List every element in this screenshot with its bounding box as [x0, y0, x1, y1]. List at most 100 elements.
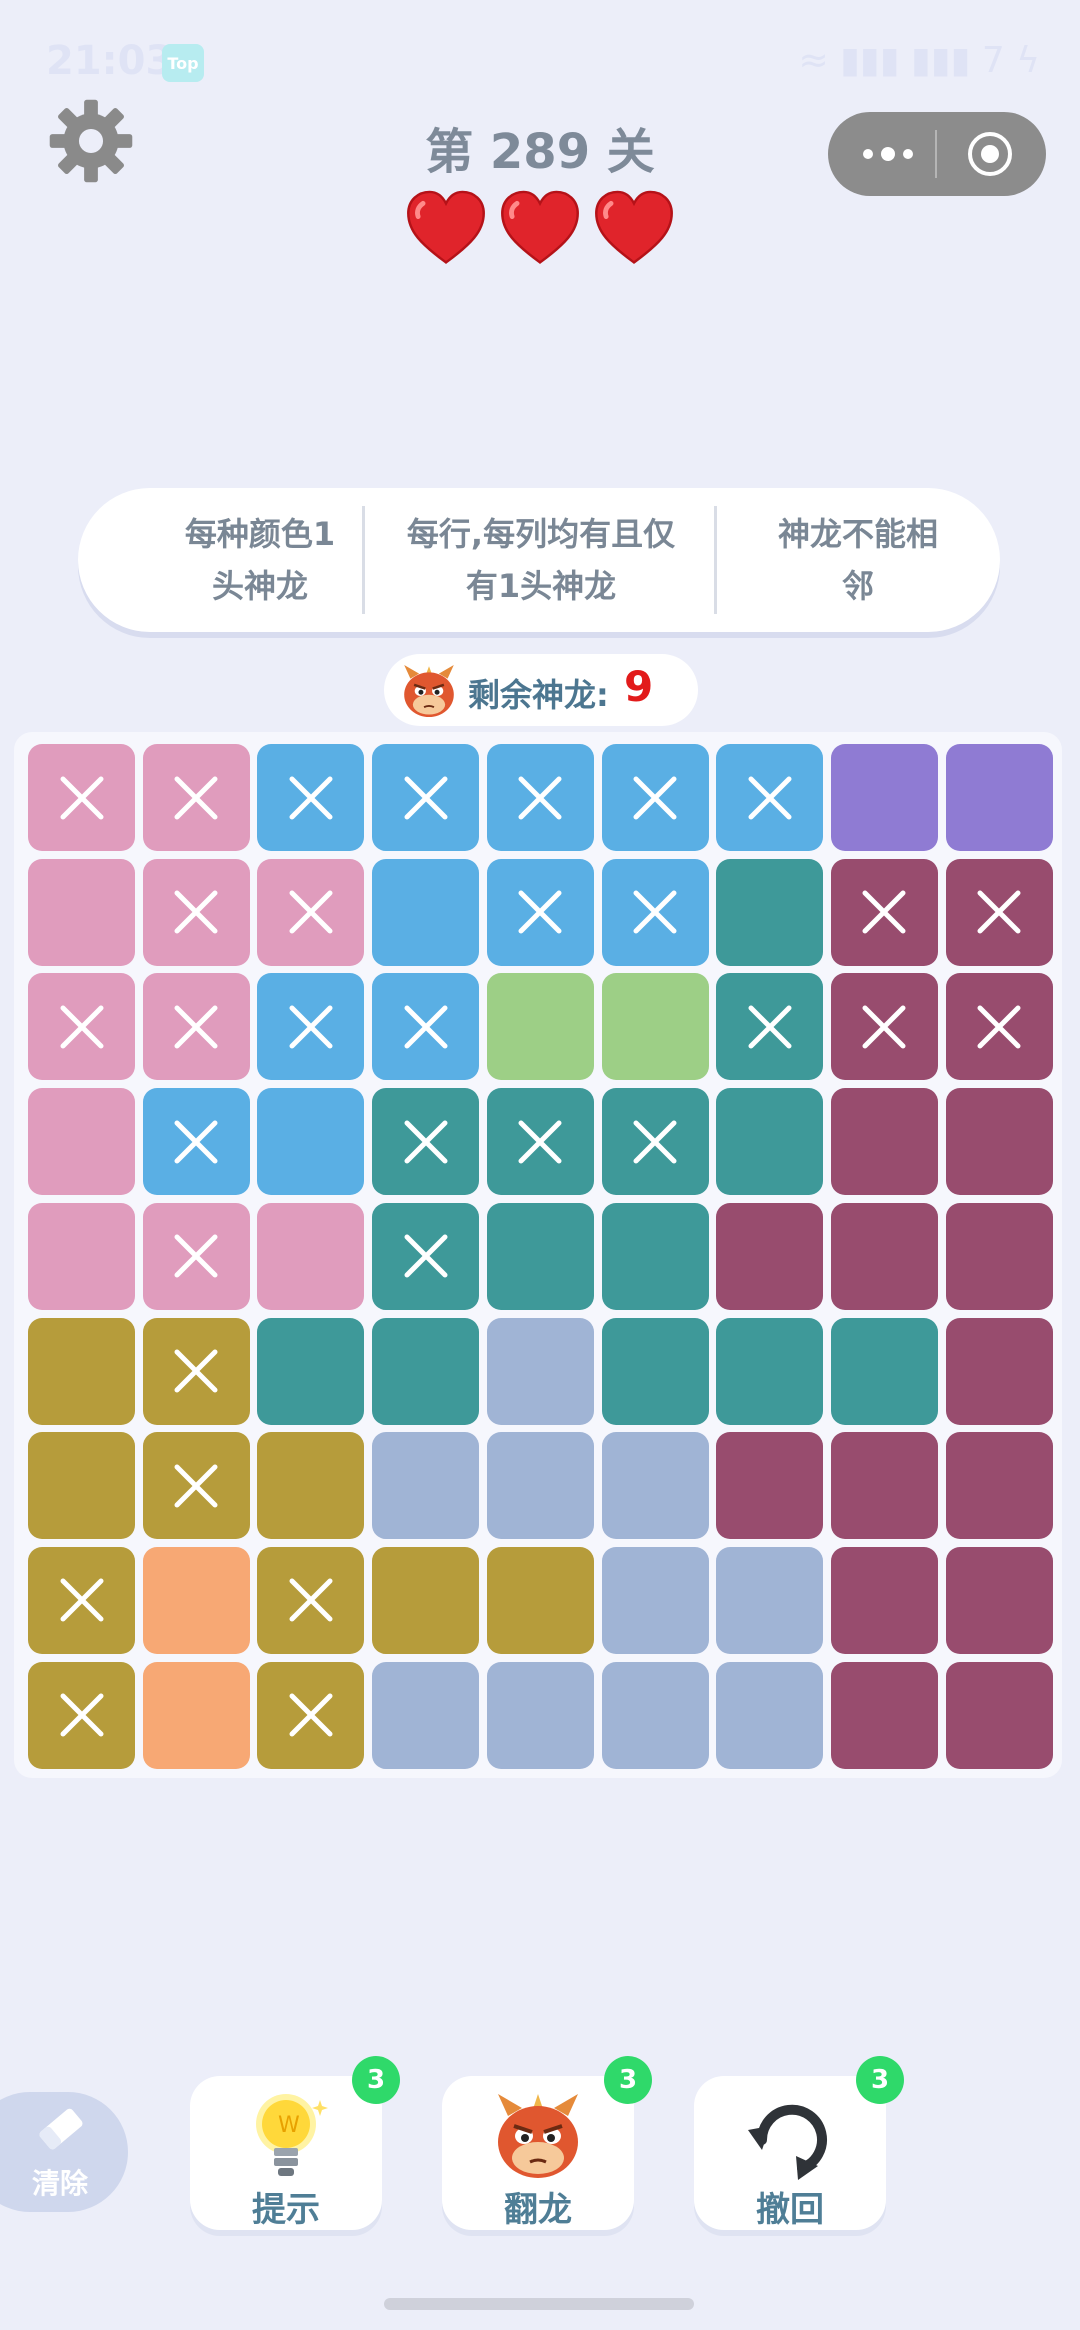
board-cell-r3-c1[interactable]	[28, 973, 135, 1081]
board-cell-r2-c5[interactable]	[486, 858, 594, 966]
board-cell-r6-c3[interactable]	[257, 1317, 365, 1425]
board-cell-r4-c1[interactable]	[28, 1088, 135, 1196]
board-cell-r7-c3[interactable]	[257, 1432, 365, 1540]
cross-mark-icon	[289, 1578, 333, 1622]
board-cell-r9-c2[interactable]	[142, 1661, 250, 1769]
board-cell-r6-c5[interactable]	[486, 1317, 594, 1425]
board-cell-r2-c1[interactable]	[28, 858, 135, 966]
board-cell-r1-c4[interactable]	[372, 744, 480, 851]
cross-mark-icon	[977, 1005, 1021, 1049]
undo-button[interactable]: 撤回 3	[694, 2056, 904, 2230]
board-cell-r3-c6[interactable]	[601, 973, 709, 1081]
board-cell-r9-c9[interactable]	[945, 1661, 1053, 1769]
board-cell-r7-c1[interactable]	[28, 1432, 135, 1540]
board-cell-r4-c4[interactable]	[372, 1088, 480, 1196]
board-cell-r7-c2[interactable]	[142, 1432, 250, 1540]
board-cell-r2-c7[interactable]	[716, 858, 824, 966]
board-cell-r1-c8[interactable]	[830, 744, 938, 851]
board-cell-r1-c6[interactable]	[601, 744, 709, 851]
board-cell-r6-c9[interactable]	[945, 1317, 1053, 1425]
board-cell-r6-c1[interactable]	[28, 1317, 135, 1425]
board-cell-r4-c8[interactable]	[830, 1088, 938, 1196]
board-cell-r3-c9[interactable]	[945, 973, 1053, 1081]
board-cell-r8-c8[interactable]	[830, 1546, 938, 1654]
board-cell-r6-c6[interactable]	[601, 1317, 709, 1425]
board-cell-r1-c7[interactable]	[716, 744, 824, 851]
board-cell-r8-c4[interactable]	[372, 1546, 480, 1654]
home-indicator[interactable]	[384, 2298, 694, 2310]
board-cell-r5-c5[interactable]	[486, 1202, 594, 1310]
board-cell-r1-c9[interactable]	[945, 744, 1053, 851]
signal-icon: ▮▮▮	[840, 40, 900, 81]
board-cell-r1-c2[interactable]	[142, 744, 250, 851]
board-cell-r6-c8[interactable]	[830, 1317, 938, 1425]
board-cell-r7-c6[interactable]	[601, 1432, 709, 1540]
board-cell-r3-c2[interactable]	[142, 973, 250, 1081]
board-cell-r2-c3[interactable]	[257, 858, 365, 966]
board-cell-r1-c5[interactable]	[486, 744, 594, 851]
board-cell-r8-c3[interactable]	[257, 1546, 365, 1654]
board-cell-r4-c7[interactable]	[716, 1088, 824, 1196]
board-cell-r2-c4[interactable]	[372, 858, 480, 966]
board-cell-r2-c9[interactable]	[945, 858, 1053, 966]
board-cell-r7-c5[interactable]	[486, 1432, 594, 1540]
board-cell-r8-c9[interactable]	[945, 1546, 1053, 1654]
board-cell-r5-c4[interactable]	[372, 1202, 480, 1310]
board-cell-r2-c2[interactable]	[142, 858, 250, 966]
board-cell-r5-c3[interactable]	[257, 1202, 365, 1310]
board-cell-r7-c4[interactable]	[372, 1432, 480, 1540]
board-cell-r8-c1[interactable]	[28, 1546, 135, 1654]
charging-icon: ϟ	[1016, 40, 1040, 81]
board-cell-r9-c4[interactable]	[372, 1661, 480, 1769]
board-cell-r9-c1[interactable]	[28, 1661, 135, 1769]
board-cell-r2-c6[interactable]	[601, 858, 709, 966]
board-cell-r6-c2[interactable]	[142, 1317, 250, 1425]
board-cell-r8-c6[interactable]	[601, 1546, 709, 1654]
board-cell-r5-c6[interactable]	[601, 1202, 709, 1310]
board-cell-r7-c8[interactable]	[830, 1432, 938, 1540]
board-cell-r4-c2[interactable]	[142, 1088, 250, 1196]
board-cell-r8-c5[interactable]	[486, 1546, 594, 1654]
cross-mark-icon	[289, 1005, 333, 1049]
more-icon[interactable]	[856, 136, 920, 172]
board-cell-r9-c8[interactable]	[830, 1661, 938, 1769]
board-cell-r7-c9[interactable]	[945, 1432, 1053, 1540]
flip-dragon-button[interactable]: 翻龙 3	[442, 2056, 652, 2230]
board-cell-r3-c5[interactable]	[486, 973, 594, 1081]
board-cell-r8-c2[interactable]	[142, 1546, 250, 1654]
board-cell-r4-c6[interactable]	[601, 1088, 709, 1196]
board-cell-r5-c8[interactable]	[830, 1202, 938, 1310]
board-cell-r3-c3[interactable]	[257, 973, 365, 1081]
hint-button[interactable]: W 提示 3	[190, 2056, 400, 2230]
cross-mark-icon	[862, 890, 906, 934]
board-cell-r9-c5[interactable]	[486, 1661, 594, 1769]
board-cell-r1-c1[interactable]	[28, 744, 135, 851]
board-cell-r3-c8[interactable]	[830, 973, 938, 1081]
board-cell-r3-c7[interactable]	[716, 973, 824, 1081]
remaining-dragons: 剩余神龙: 9	[384, 654, 698, 726]
cross-mark-icon	[748, 1005, 792, 1049]
board-cell-r7-c7[interactable]	[716, 1432, 824, 1540]
cross-mark-icon	[633, 890, 677, 934]
board-cell-r6-c4[interactable]	[372, 1317, 480, 1425]
clear-button[interactable]: 清除	[0, 2092, 128, 2212]
board-cell-r1-c3[interactable]	[257, 744, 365, 851]
rule-one-per-row-col: 每行,每列均有且仅 有1头神龙	[406, 515, 676, 605]
board-cell-r2-c8[interactable]	[830, 858, 938, 966]
heart-icon	[501, 190, 579, 264]
board-cell-r9-c7[interactable]	[716, 1661, 824, 1769]
cross-mark-icon	[862, 1005, 906, 1049]
board-cell-r4-c5[interactable]	[486, 1088, 594, 1196]
board-cell-r5-c2[interactable]	[142, 1202, 250, 1310]
board-cell-r6-c7[interactable]	[716, 1317, 824, 1425]
board-cell-r9-c3[interactable]	[257, 1661, 365, 1769]
board-cell-r4-c9[interactable]	[945, 1088, 1053, 1196]
board-cell-r3-c4[interactable]	[372, 973, 480, 1081]
board-cell-r4-c3[interactable]	[257, 1088, 365, 1196]
board-cell-r8-c7[interactable]	[716, 1546, 824, 1654]
board-cell-r5-c1[interactable]	[28, 1202, 135, 1310]
board-cell-r9-c6[interactable]	[601, 1661, 709, 1769]
close-miniprogram-icon[interactable]	[966, 130, 1014, 178]
board-cell-r5-c7[interactable]	[716, 1202, 824, 1310]
board-cell-r5-c9[interactable]	[945, 1202, 1053, 1310]
